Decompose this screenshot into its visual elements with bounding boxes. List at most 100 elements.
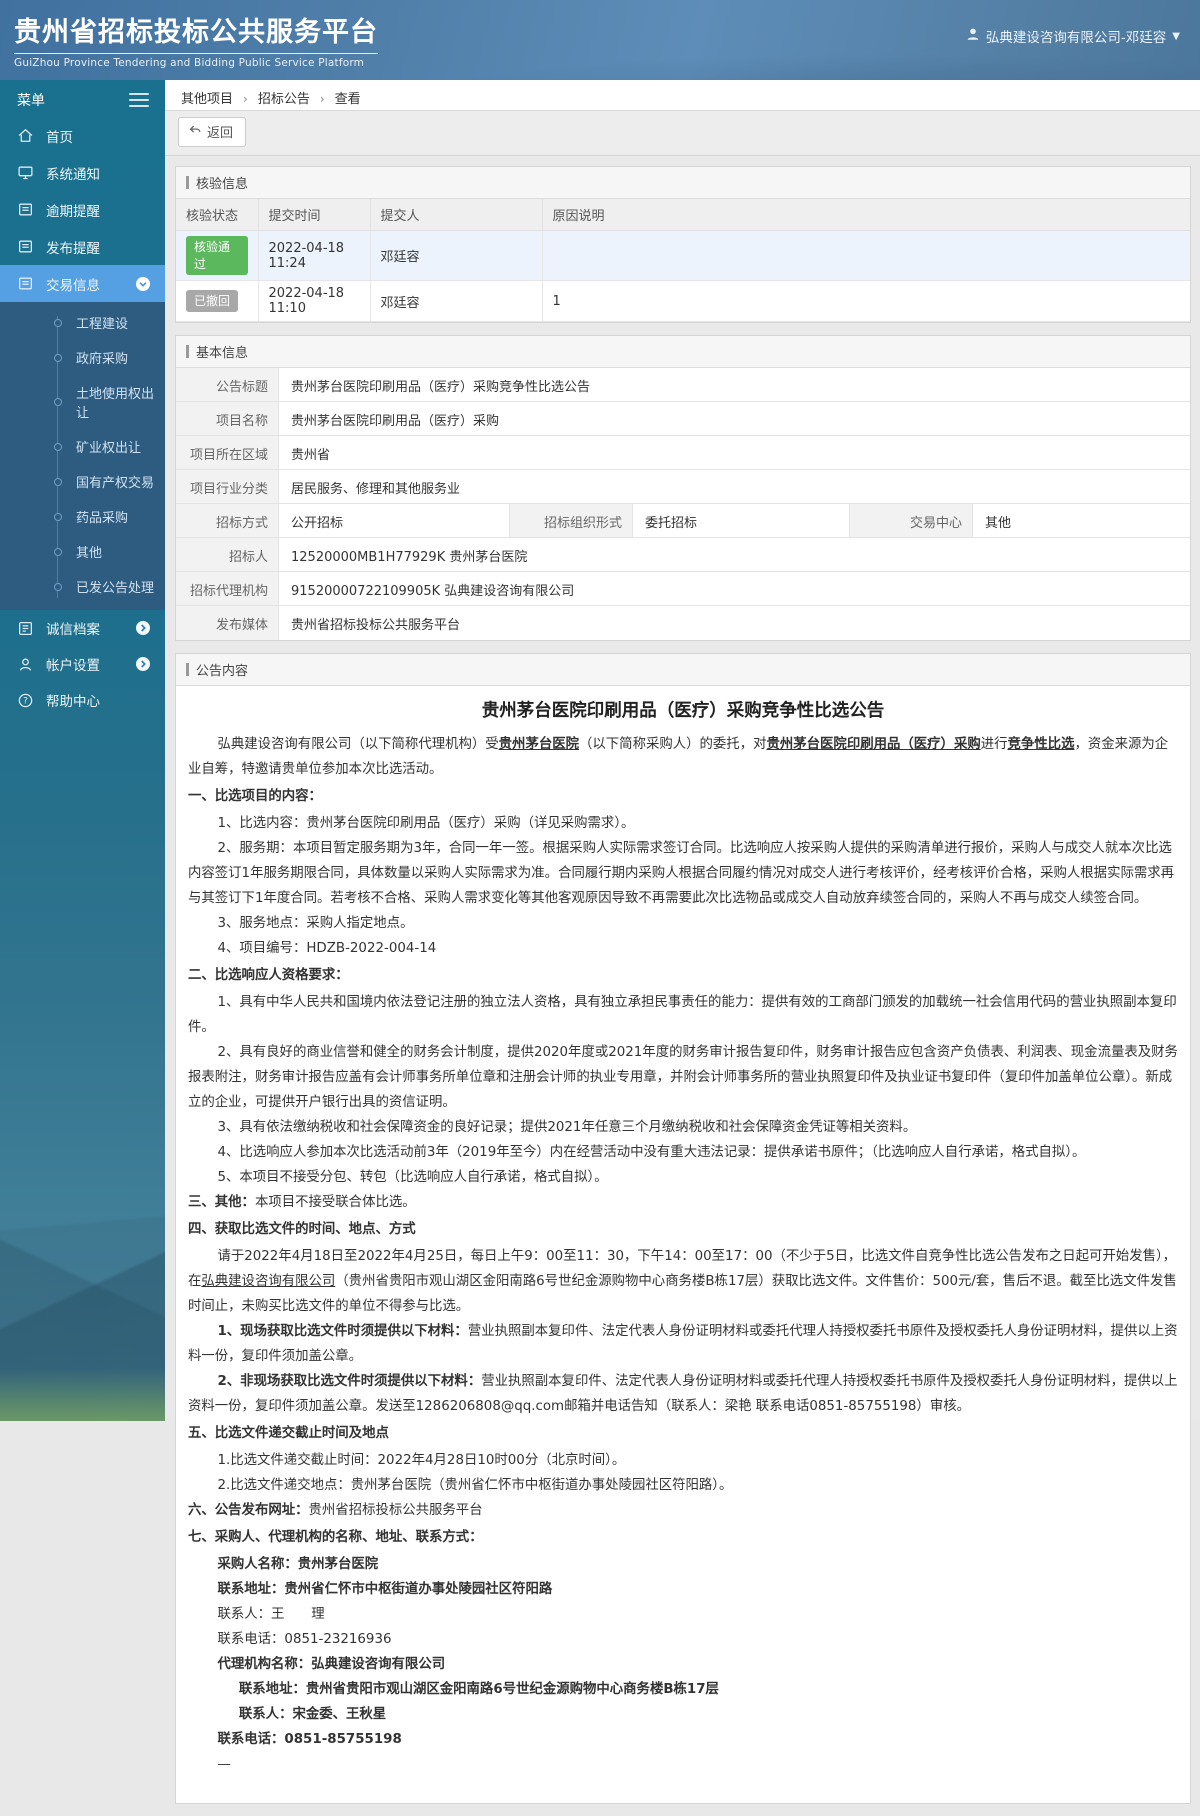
announcement-paragraph: 四、获取比选文件的时间、地点、方式 xyxy=(188,1222,416,1238)
sidebar-subitem[interactable]: 已发公告处理 xyxy=(0,569,165,604)
sidebar-item-label: 发布提醒 xyxy=(46,240,100,257)
announcement-body: 贵州茅台医院印刷用品（医疗）采购竞争性比选公告 弘典建设咨询有限公司（以下简称代… xyxy=(176,686,1190,1803)
table-row: 已撤回 2022-04-18 11:10 邓廷容 1 xyxy=(176,280,1190,322)
user-name: 弘典建设咨询有限公司-邓廷容 xyxy=(985,30,1167,46)
field-label: 招标组织形式 xyxy=(509,504,633,537)
sidebar-lower: 诚信档案帐户设置? 帮助中心 xyxy=(0,610,165,718)
chevron-right-circle-icon xyxy=(135,656,151,672)
table-cell: 2022-04-18 11:24 xyxy=(257,230,371,281)
folder-icon xyxy=(17,275,34,292)
sidebar-item-label: 交易信息 xyxy=(46,277,100,294)
column-header: 原因说明 xyxy=(541,199,1190,231)
basic-info-panel: 基本信息 公告标题 贵州茅台医院印刷用品（医疗）采购竞争性比选公告 项目名称 贵州茅台… xyxy=(175,335,1191,641)
sidebar-item-label: 逾期提醒 xyxy=(46,203,100,220)
table-header-row: 核验状态 提交时间 提交人 原因说明 xyxy=(176,199,1190,231)
menu-title: 菜单 xyxy=(17,93,45,109)
folder-icon xyxy=(17,238,34,255)
announcement-paragraph: 联系人：王 理 xyxy=(217,1607,325,1623)
table-cell: 邓廷容 xyxy=(369,280,543,322)
announcement-paragraph: 联系电话：0851-85755198 xyxy=(217,1732,402,1748)
sidebar-item[interactable]: 诚信档案 xyxy=(0,610,165,646)
brand: 贵州省招标投标公共服务平台 GuiZhou Province Tendering… xyxy=(0,0,378,80)
folder-icon xyxy=(17,201,34,218)
back-button[interactable]: 返回 xyxy=(178,117,247,147)
announcement-paragraph: 2、非现场获取比选文件时须提供以下材料：营业执照副本复印件、法定代表人身份证明材… xyxy=(188,1374,1178,1415)
field-label: 公告标题 xyxy=(176,368,279,401)
announcement-paragraph: 3、服务地点：采购人指定地点。 xyxy=(217,916,414,932)
announcement-paragraph: 2、具有良好的商业信誉和健全的财务会计制度，提供2020年度或2021年度的财务… xyxy=(188,1045,1178,1111)
help-icon: ? xyxy=(17,692,34,709)
basic-info-row: 发布媒体 贵州省招标投标公共服务平台 xyxy=(176,606,1190,640)
sidebar-item[interactable]: 发布提醒 xyxy=(0,228,165,265)
page-title: 贵州省招标投标公共服务平台 xyxy=(14,10,378,54)
announcement-paragraph: 六、公告发布网址：贵州省招标投标公共服务平台 xyxy=(188,1503,483,1519)
field-value: 91520000722109905K 弘典建设咨询有限公司 xyxy=(291,584,575,599)
announcement-doc-title: 贵州茅台医院印刷用品（医疗）采购竞争性比选公告 xyxy=(481,701,885,721)
announcement-paragraph: 五、比选文件递交截止时间及地点 xyxy=(188,1426,389,1442)
sidebar-subitem[interactable]: 政府采购 xyxy=(0,340,165,375)
announcement-paragraph: 弘典建设咨询有限公司（以下简称代理机构）受贵州茅台医院（以下简称采购人）的委托，… xyxy=(188,737,1169,778)
breadcrumb-separator: › xyxy=(243,92,248,106)
field-value: 其他 xyxy=(985,516,1012,531)
announcement-paragraph: 4、项目编号：HDZB-2022-004-14 xyxy=(217,941,437,957)
announcement-paragraph: 5、本项目不接受分包、转包（比选响应人自行承诺，格式自拟）。 xyxy=(217,1170,608,1186)
sidebar-item[interactable]: 首页 xyxy=(0,117,165,154)
announcement-paragraph: 1.比选文件递交截止时间：2022年4月28日10时00分（北京时间）。 xyxy=(217,1453,626,1469)
section-title: 核验信息 xyxy=(196,177,249,192)
sidebar-subitem[interactable]: 工程建设 xyxy=(0,305,165,340)
basic-info-row: 招标代理机构 91520000722109905K 弘典建设咨询有限公司 xyxy=(176,572,1190,606)
sidebar-subitem[interactable]: 其他 xyxy=(0,534,165,569)
announcement-paragraph: 请于2022年4月18日至2022年4月25日，每日上午9：00至11：30，下… xyxy=(188,1249,1177,1315)
hamburger-icon[interactable] xyxy=(129,89,149,111)
home-icon xyxy=(17,127,34,144)
announcement-paragraph: 2、服务期：本项目暂定服务期为3年，合同一年一签。根据采购人实际需求签订合同。比… xyxy=(188,841,1175,907)
sidebar-item[interactable]: 逾期提醒 xyxy=(0,191,165,228)
announcement-paragraph: 1、具有中华人民共和国境内依法登记注册的独立法人资格，具有独立承担民事责任的能力… xyxy=(188,995,1177,1036)
sidebar-subitem[interactable]: 土地使用权出让 xyxy=(0,375,165,429)
announcement-paragraph: 联系电话：0851-23216936 xyxy=(217,1632,392,1648)
column-header: 核验状态 xyxy=(176,199,259,231)
basic-info-row: 项目所在区域 贵州省 xyxy=(176,436,1190,470)
field-value: 贵州省 xyxy=(291,448,331,463)
chevron-right-circle-icon xyxy=(135,620,151,636)
basic-info-row: 项目行业分类 居民服务、修理和其他服务业 xyxy=(176,470,1190,504)
sidebar: 菜单 首页系统通知逾期提醒发布提醒交易信息工程建设 政府采购 土地使用权出让 矿业权出… xyxy=(0,80,165,1421)
sidebar-item-label: 诚信档案 xyxy=(46,622,100,638)
sidebar-subitem[interactable]: 国有产权交易 xyxy=(0,464,165,499)
chevron-down-circle-icon xyxy=(135,276,151,292)
sidebar-item-label: 帮助中心 xyxy=(46,694,100,710)
field-label: 招标人 xyxy=(176,538,279,571)
announcement-paragraph: 二、比选响应人资格要求： xyxy=(188,968,349,984)
sidebar-subitem[interactable]: 药品采购 xyxy=(0,499,165,534)
announcement-paragraph: 联系人：宋金委、王秋星 xyxy=(238,1707,387,1723)
announcement-paragraph: 3、具有依法缴纳税收和社会保障资金的良好记录；提供2021年任意三个月缴纳税收和… xyxy=(217,1120,917,1136)
sidebar-nav: 首页系统通知逾期提醒发布提醒交易信息工程建设 政府采购 土地使用权出让 矿业权出让 国有… xyxy=(0,117,165,718)
sidebar-item[interactable]: 系统通知 xyxy=(0,154,165,191)
app-header: 贵州省招标投标公共服务平台 GuiZhou Province Tendering… xyxy=(0,0,1200,80)
field-value: 居民服务、修理和其他服务业 xyxy=(291,482,461,497)
monitor-icon xyxy=(17,164,34,181)
basic-info-row: 招标方式 公开招标 招标组织形式 委托招标 交易中心 其他 xyxy=(176,504,1190,538)
sidebar-item[interactable]: 帐户设置 xyxy=(0,646,165,682)
archive-icon xyxy=(17,620,34,637)
announcement-paragraph: 1、现场获取比选文件时须提供以下材料：营业执照副本复印件、法定代表人身份证明材料… xyxy=(188,1324,1178,1365)
field-label: 项目行业分类 xyxy=(176,470,279,503)
basic-info-row: 公告标题 贵州茅台医院印刷用品（医疗）采购竞争性比选公告 xyxy=(176,368,1190,402)
announcement-panel: 公告内容 贵州茅台医院印刷用品（医疗）采购竞争性比选公告 弘典建设咨询有限公司（… xyxy=(175,653,1191,1805)
sidebar-item[interactable]: 交易信息 xyxy=(0,265,165,302)
breadcrumb: 其他项目 › 招标公告 › 查看 xyxy=(165,80,1200,115)
field-value: 公开招标 xyxy=(291,516,344,531)
basic-info-table: 公告标题 贵州茅台医院印刷用品（医疗）采购竞争性比选公告 项目名称 贵州茅台医院印刷用… xyxy=(176,368,1190,640)
sidebar-subitem[interactable]: 矿业权出让 xyxy=(0,429,165,464)
sidebar-item[interactable]: ? 帮助中心 xyxy=(0,682,165,718)
announcement-paragraph: 联系地址：贵州省贵阳市观山湖区金阳南路6号世纪金源购物中心商务楼B栋17层 xyxy=(238,1682,719,1698)
toolbar: 返回 xyxy=(165,111,1200,156)
field-label: 招标代理机构 xyxy=(176,572,279,605)
user-menu[interactable]: 弘典建设咨询有限公司-邓廷容 ▼ xyxy=(966,26,1180,46)
column-header: 提交时间 xyxy=(257,199,371,231)
main-area: 其他项目 › 招标公告 › 查看 返回 核验信息 核验状态 提交时间 提交人 原因说明 核验通… xyxy=(165,80,1200,1805)
status-badge: 已撤回 xyxy=(186,290,239,312)
sidebar-item-label: 系统通知 xyxy=(46,166,100,183)
section-title: 基本信息 xyxy=(196,346,249,361)
breadcrumb-separator: › xyxy=(319,92,325,106)
